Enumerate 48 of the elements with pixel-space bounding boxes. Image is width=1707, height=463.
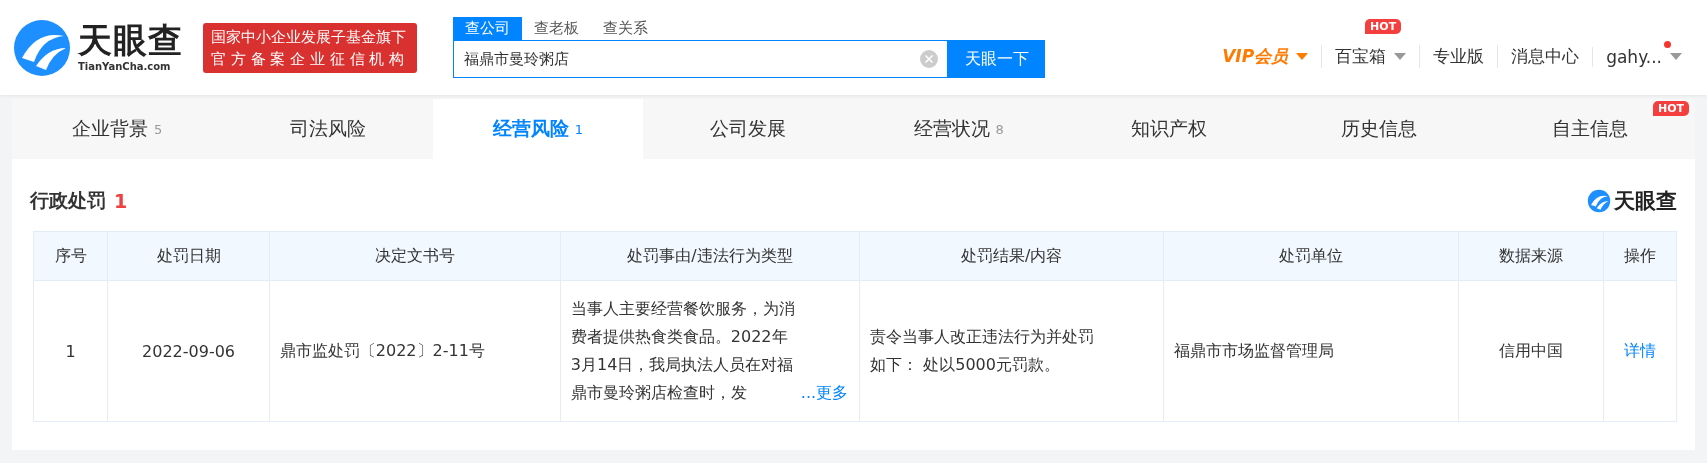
category-tab[interactable]: 经营风险 1 <box>432 99 644 159</box>
logo-name: 天眼查 <box>78 23 183 57</box>
category-tab[interactable]: 历史信息 <box>1274 99 1485 159</box>
nav-link[interactable]: 消息中心 <box>1511 45 1580 68</box>
caret-icon <box>1670 52 1682 61</box>
reason-text: 当事人主要经营餐饮服务，为消费者提供热食类食品。2022年3月14日，我局执法人员在对福鼎市曼玲粥店检查时，发 <box>570 298 796 404</box>
search-field[interactable]: 福鼎市曼玲粥店 <box>453 40 948 78</box>
logo-domain: TianYanCha.com <box>78 61 172 72</box>
column-header: 处罚日期 <box>107 231 270 281</box>
category-tab[interactable]: 企业背景 5 <box>12 99 223 159</box>
column-header: 序号 <box>33 231 108 281</box>
nav-link[interactable]: 专业版 <box>1433 45 1485 68</box>
table-cell: 福鼎市市场监督管理局 <box>1163 280 1459 422</box>
column-header: 数据来源 <box>1458 231 1604 281</box>
details-link[interactable]: 详情 <box>1623 340 1656 360</box>
category-tab[interactable]: 自主信息 HOT <box>1484 99 1695 159</box>
search-type-tab[interactable]: 查老板 <box>522 17 591 40</box>
table-cell: 鼎市监处罚〔2022〕2-11号 <box>269 280 561 422</box>
table-cell: 信用中国 <box>1458 280 1604 422</box>
logo-icon <box>1587 189 1611 213</box>
table-cell: 1 <box>33 280 108 422</box>
caret-icon <box>1296 52 1309 61</box>
caret-icon <box>1394 52 1407 61</box>
column-header: 操作 <box>1603 231 1677 281</box>
clear-icon[interactable] <box>920 50 938 68</box>
user-menu[interactable]: gahy... <box>1606 46 1662 67</box>
column-header: 处罚事由/违法行为类型 <box>560 231 860 281</box>
certification-banner: 国家中小企业发展子基金旗下 官方备案企业征信机构 <box>203 22 417 73</box>
toolbox-menu[interactable]: 百宝箱 <box>1335 45 1387 68</box>
hot-badge: HOT <box>1652 101 1689 116</box>
search-type-tab[interactable]: 查公司 <box>453 17 522 40</box>
category-tab[interactable]: 公司发展 <box>643 99 854 159</box>
category-tab[interactable]: 司法风险 <box>222 99 433 159</box>
logo-icon <box>12 17 72 78</box>
column-header: 处罚单位 <box>1163 231 1459 281</box>
column-header: 决定文书号 <box>269 231 561 281</box>
hot-badge: HOT <box>1365 19 1402 34</box>
column-header: 处罚结果/内容 <box>859 231 1164 281</box>
more-link[interactable]: ...更多 <box>800 379 849 407</box>
section-title: 行政处罚 <box>30 188 106 213</box>
category-tab[interactable]: 经营状况 8 <box>853 99 1064 159</box>
category-tab[interactable]: 知识产权 <box>1063 99 1275 159</box>
search-type-tab[interactable]: 查关系 <box>591 17 660 40</box>
search-button[interactable]: 天眼一下 <box>948 40 1045 78</box>
table-cell: 2022-09-06 <box>107 280 270 422</box>
table-cell-text: 责令当事人改正违法行为并处罚如下： 处以5000元罚款。 <box>870 326 1096 376</box>
record-count: 1 <box>114 190 128 212</box>
brand-name: 天眼查 <box>1614 188 1677 215</box>
